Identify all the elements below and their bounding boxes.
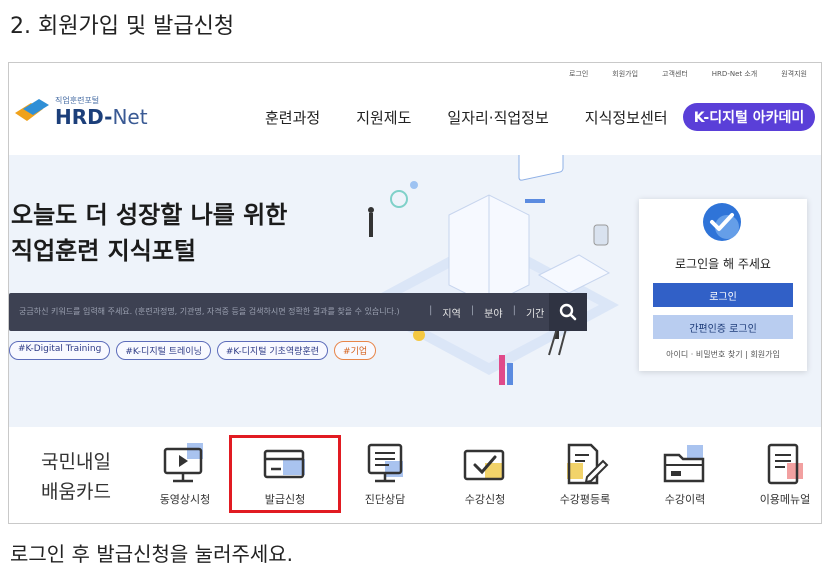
search-input[interactable]: 궁금하신 키워드를 입력해 주세요. (훈련과정명, 기관명, 자격증 등을 검… bbox=[19, 306, 419, 317]
login-message: 로그인을 해 주세요 bbox=[675, 257, 771, 271]
tag-k-digital-basic[interactable]: #K-디지털 기초역량훈련 bbox=[216, 341, 329, 360]
filter-period[interactable]: 기간 bbox=[526, 305, 544, 320]
course-search-bar: 궁금하신 키워드를 입력해 주세요. (훈련과정명, 기관명, 자격증 등을 검… bbox=[9, 293, 587, 331]
nav-knowledge-center[interactable]: 지식정보센터 bbox=[585, 107, 668, 128]
login-button[interactable]: 로그인 bbox=[653, 283, 793, 307]
util-remote-link[interactable]: 원격지원 bbox=[781, 69, 807, 79]
checkbox-icon bbox=[463, 449, 505, 481]
check-badge-icon bbox=[703, 203, 741, 241]
nav-support-system[interactable]: 지원제도 bbox=[356, 107, 411, 128]
screenshot-frame: 로그인 회원가입 고객센터 HRD-Net 소개 원격지원 직업훈련포털 HRD… bbox=[8, 62, 822, 524]
easy-auth-login-button[interactable]: 간편인증 로그인 bbox=[653, 315, 793, 339]
service-consulting[interactable]: 진단상담 bbox=[345, 443, 425, 507]
service-manual[interactable]: 이용메뉴얼 bbox=[745, 443, 821, 507]
manual-book-icon bbox=[767, 443, 803, 485]
util-signup-link[interactable]: 회원가입 bbox=[612, 69, 638, 79]
highlight-box bbox=[229, 435, 341, 513]
logo-mark-icon bbox=[15, 99, 49, 121]
search-icon bbox=[559, 303, 577, 321]
k-digital-academy-button[interactable]: K-디지털 아카데미 bbox=[683, 103, 815, 131]
tag-k-digital-training-kr[interactable]: #K-디지털 트레이닝 bbox=[116, 341, 211, 360]
util-login-link[interactable]: 로그인 bbox=[569, 69, 588, 79]
login-box: 로그인을 해 주세요 로그인 간편인증 로그인 아이디 · 비밀번호 찾기 | … bbox=[639, 199, 807, 371]
edit-document-icon bbox=[567, 443, 609, 485]
hrd-net-logo[interactable]: 직업훈련포털 HRD-Net bbox=[15, 89, 155, 129]
filter-field[interactable]: 분야 bbox=[484, 305, 502, 320]
search-button[interactable] bbox=[549, 293, 587, 331]
document-monitor-icon bbox=[367, 443, 403, 483]
nav-job-info[interactable]: 일자리·직업정보 bbox=[447, 107, 548, 128]
search-filters: | 지역 | 분야 | 기간 bbox=[429, 305, 545, 320]
hero-section: 오늘도 더 성장할 나를 위한 직업훈련 지식포털 궁금하신 키워드를 입력해 … bbox=[9, 155, 821, 427]
main-nav: 훈련과정 지원제도 일자리·직업정보 지식정보센터 bbox=[265, 107, 668, 128]
instruction-caption: 로그인 후 발급신청을 눌러주세요. bbox=[10, 542, 294, 566]
util-support-link[interactable]: 고객센터 bbox=[662, 69, 688, 79]
service-enrollment[interactable]: 수강신청 bbox=[445, 443, 525, 507]
step-title: 2. 회원가입 및 발급신청 bbox=[10, 14, 235, 39]
util-about-link[interactable]: HRD-Net 소개 bbox=[712, 69, 757, 79]
card-services-strip: 국민내일 배움카드 동영상시청 발급신청 진단상담 수강신청 수강평등록 수강이… bbox=[9, 427, 821, 523]
folder-history-icon bbox=[663, 445, 705, 483]
service-history[interactable]: 수강이력 bbox=[645, 443, 725, 507]
filter-region[interactable]: 지역 bbox=[442, 305, 460, 320]
logo-wordmark: HRD-Net bbox=[55, 105, 148, 129]
tag-k-digital-training[interactable]: #K-Digital Training bbox=[9, 341, 111, 360]
hero-headline: 오늘도 더 성장할 나를 위한 직업훈련 지식포털 bbox=[11, 201, 288, 265]
hashtag-list: #K-Digital Training #K-디지털 트레이닝 #K-디지털 기… bbox=[9, 341, 377, 360]
video-monitor-icon bbox=[163, 443, 203, 483]
service-review[interactable]: 수강평등록 bbox=[545, 443, 625, 507]
tag-company[interactable]: #기업 bbox=[334, 341, 377, 360]
utility-nav: 로그인 회원가입 고객센터 HRD-Net 소개 원격지원 bbox=[569, 69, 807, 79]
nav-training-courses[interactable]: 훈련과정 bbox=[265, 107, 320, 128]
naeil-card-label: 국민내일 배움카드 bbox=[41, 451, 111, 503]
account-links[interactable]: 아이디 · 비밀번호 찾기 | 회원가입 bbox=[639, 349, 807, 360]
service-video[interactable]: 동영상시청 bbox=[145, 443, 225, 507]
isometric-illustration bbox=[359, 155, 619, 385]
